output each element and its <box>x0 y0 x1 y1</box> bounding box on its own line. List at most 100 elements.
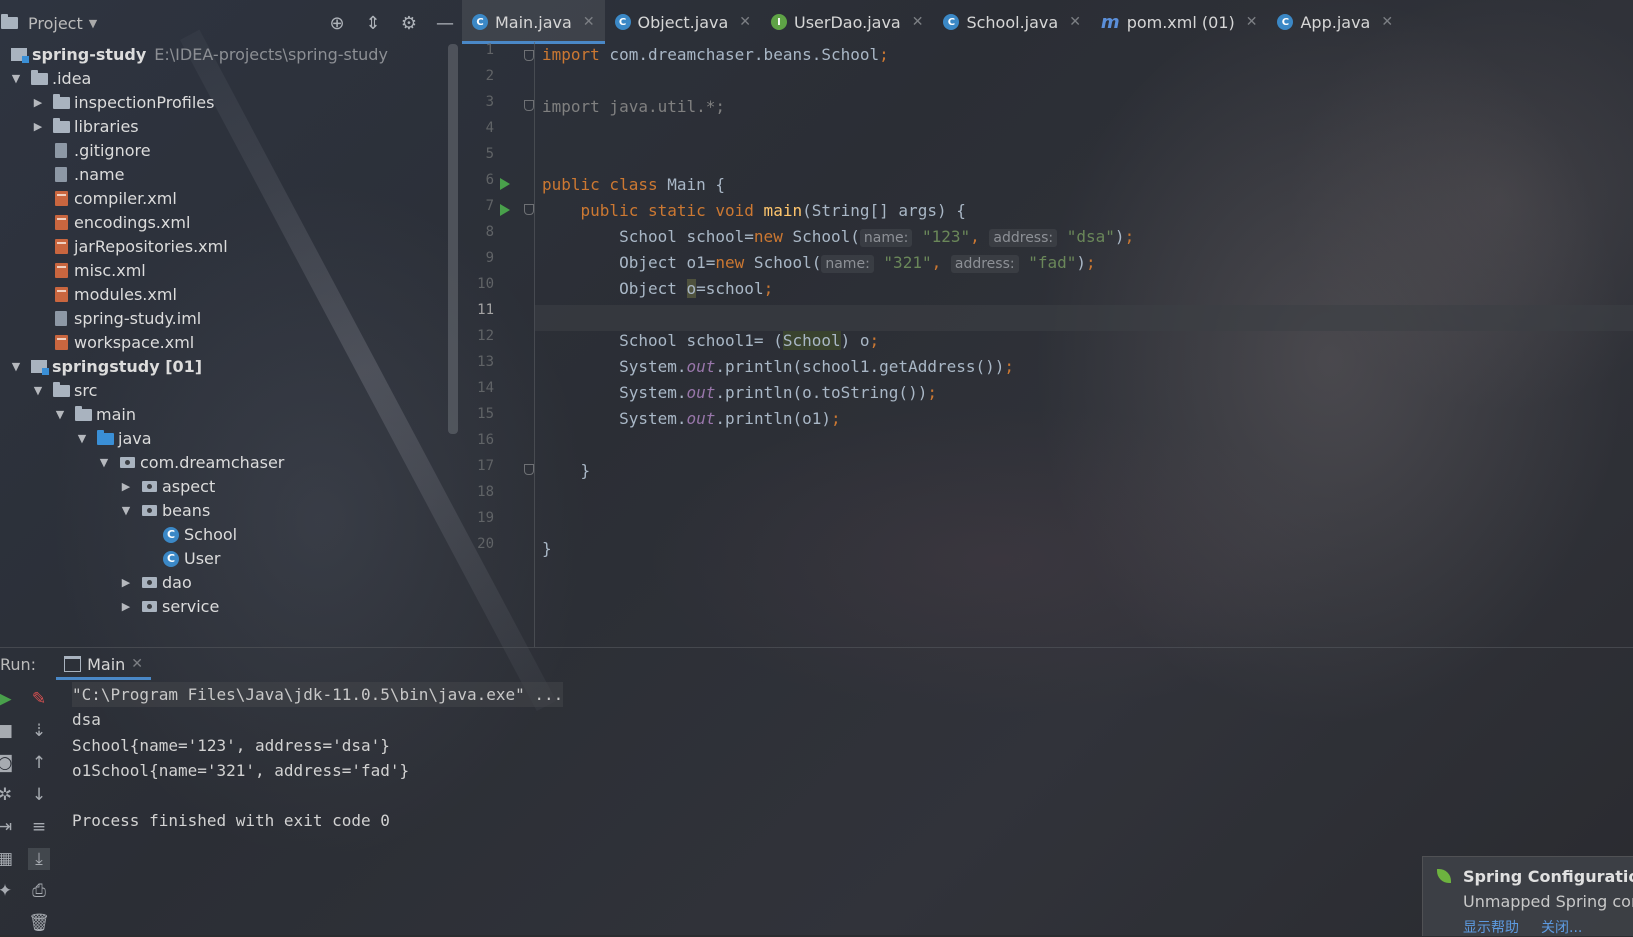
soft-wrap-icon[interactable]: ≡ <box>28 816 50 838</box>
run-tab-label: Main <box>87 654 126 674</box>
close-icon[interactable]: ✕ <box>583 14 595 30</box>
stop-icon[interactable]: ■ <box>0 720 16 742</box>
tree-item[interactable]: ▼ beans <box>118 498 211 523</box>
tree-item[interactable]: C User <box>162 546 220 571</box>
tree-item[interactable]: .gitignore <box>52 138 151 163</box>
console-icon <box>64 656 82 672</box>
tree-item[interactable]: ▼ main <box>52 402 136 427</box>
run-class-icon[interactable] <box>500 178 510 190</box>
chevron-down-icon[interactable]: ▼ <box>74 432 90 445</box>
folder-icon <box>52 381 70 399</box>
tree-item[interactable]: ▼ com.dreamchaser <box>96 450 285 475</box>
file-icon <box>52 167 70 183</box>
tab-app-java[interactable]: C App.java ✕ <box>1267 0 1403 44</box>
arrow-down-icon[interactable]: ↓ <box>28 784 50 806</box>
login-icon[interactable]: ⇥ <box>0 816 16 838</box>
sort-down-icon[interactable]: ⇣ <box>28 720 50 742</box>
scroll-to-end-icon[interactable]: ⤓ <box>28 848 50 870</box>
code-line: } <box>542 461 591 480</box>
project-dropdown[interactable]: Project ▼ <box>0 14 97 33</box>
tree-item[interactable]: modules.xml <box>52 282 177 307</box>
tree-item[interactable]: ▼ src <box>30 378 98 403</box>
rerun-icon[interactable]: ▶ <box>0 688 16 710</box>
arrow-up-icon[interactable]: ↑ <box>28 752 50 774</box>
code-editor[interactable]: import com.dreamchaser.beans.School; imp… <box>542 42 1633 647</box>
close-icon[interactable]: ✕ <box>131 656 143 672</box>
chevron-down-icon[interactable]: ▼ <box>96 456 112 469</box>
tab-userdao-java[interactable]: I UserDao.java ✕ <box>761 0 933 44</box>
tree-item[interactable]: ▼ springstudy [01] <box>8 354 202 379</box>
tab-label: pom.xml (01) <box>1126 12 1235 32</box>
show-help-link[interactable]: 显示帮助 <box>1463 917 1519 937</box>
close-icon[interactable]: ✕ <box>1381 14 1393 30</box>
chevron-down-icon[interactable]: ▼ <box>8 360 24 373</box>
gear-icon[interactable]: ⚙ <box>398 12 420 34</box>
print-icon[interactable]: ⎙ <box>28 880 50 902</box>
run-method-icon[interactable] <box>500 204 510 216</box>
tree-item[interactable]: workspace.xml <box>52 330 194 355</box>
tree-item[interactable]: .name <box>52 162 124 187</box>
chevron-right-icon[interactable]: ▶ <box>30 120 46 133</box>
notification-body: Unmapped Spring confi <box>1463 892 1633 911</box>
close-icon[interactable]: ✕ <box>1069 14 1081 30</box>
hide-icon[interactable]: — <box>434 12 456 34</box>
code-token: .println(o.toString()) <box>715 383 928 402</box>
close-icon[interactable]: ✕ <box>1246 14 1258 30</box>
chevron-down-icon[interactable]: ▼ <box>8 72 24 85</box>
chevron-right-icon[interactable]: ▶ <box>118 480 134 493</box>
tab-object-java[interactable]: C Object.java ✕ <box>605 0 761 44</box>
run-tab-main[interactable]: Main ✕ <box>56 648 151 680</box>
fold-icon[interactable] <box>524 100 534 111</box>
code-line: import java.util.*; <box>542 97 726 116</box>
tree-item[interactable]: ▶ inspectionProfiles <box>30 90 215 115</box>
chevron-down-icon[interactable]: ▼ <box>118 504 134 517</box>
tree-root[interactable]: spring-study E:\IDEA-projects\spring-stu… <box>10 42 388 67</box>
line-number: 14 <box>477 380 494 396</box>
tree-item-label: misc.xml <box>74 261 146 280</box>
locate-icon[interactable]: ⊕ <box>326 12 348 34</box>
chevron-right-icon[interactable]: ▶ <box>118 600 134 613</box>
tree-item[interactable]: ▶ dao <box>118 570 192 595</box>
chevron-right-icon[interactable]: ▶ <box>30 96 46 109</box>
code-token: Object o1= <box>542 253 716 272</box>
chevron-down-icon[interactable]: ▼ <box>30 384 46 397</box>
tree-item-label: encodings.xml <box>74 213 191 232</box>
pin-icon[interactable]: ✦ <box>0 880 16 902</box>
collapse-all-icon[interactable]: ⇕ <box>362 12 384 34</box>
close-link[interactable]: 关闭... <box>1541 917 1582 937</box>
tree-item[interactable]: ▶ aspect <box>118 474 215 499</box>
tree-item[interactable]: ▶ libraries <box>30 114 139 139</box>
tree-item[interactable]: compiler.xml <box>52 186 177 211</box>
chevron-down-icon[interactable]: ▼ <box>52 408 68 421</box>
tab-pom-xml[interactable]: m pom.xml (01) ✕ <box>1091 0 1268 44</box>
tree-item[interactable]: misc.xml <box>52 258 146 283</box>
tab-school-java[interactable]: C School.java ✕ <box>933 0 1090 44</box>
fold-icon[interactable] <box>524 464 534 475</box>
tree-item[interactable]: jarRepositories.xml <box>52 234 228 259</box>
code-token: School( <box>782 227 860 246</box>
trash-icon[interactable]: 🗑 <box>28 912 50 934</box>
spring-notification[interactable]: Spring Configuration C Unmapped Spring c… <box>1422 856 1633 936</box>
fold-icon[interactable] <box>524 50 534 61</box>
tree-item[interactable]: ▶ service <box>118 594 220 619</box>
close-icon[interactable]: ✕ <box>912 14 924 30</box>
layout-icon[interactable]: ▦ <box>0 848 16 870</box>
tab-label: Object.java <box>637 12 729 32</box>
code-token: School school1= ( <box>542 331 783 350</box>
code-token: "fad" <box>1028 253 1077 272</box>
camera-icon[interactable]: ◙ <box>0 752 16 774</box>
fold-icon[interactable] <box>524 204 534 215</box>
project-scrollbar[interactable] <box>448 44 458 434</box>
close-icon[interactable]: ✕ <box>739 14 751 30</box>
settings-icon[interactable]: ✲ <box>0 784 16 806</box>
tab-main-java[interactable]: C Main.java ✕ <box>462 0 605 44</box>
edit-config-icon[interactable]: ✎ <box>28 688 50 710</box>
code-token: =school <box>696 279 764 298</box>
tree-item[interactable]: encodings.xml <box>52 210 190 235</box>
tree-item[interactable]: C School <box>162 522 237 547</box>
tree-item[interactable]: ▼ .idea <box>8 66 92 91</box>
tree-item-label: main <box>96 405 136 424</box>
tree-item[interactable]: spring-study.iml <box>52 306 201 331</box>
tree-item[interactable]: ▼ java <box>74 426 152 451</box>
chevron-right-icon[interactable]: ▶ <box>118 576 134 589</box>
